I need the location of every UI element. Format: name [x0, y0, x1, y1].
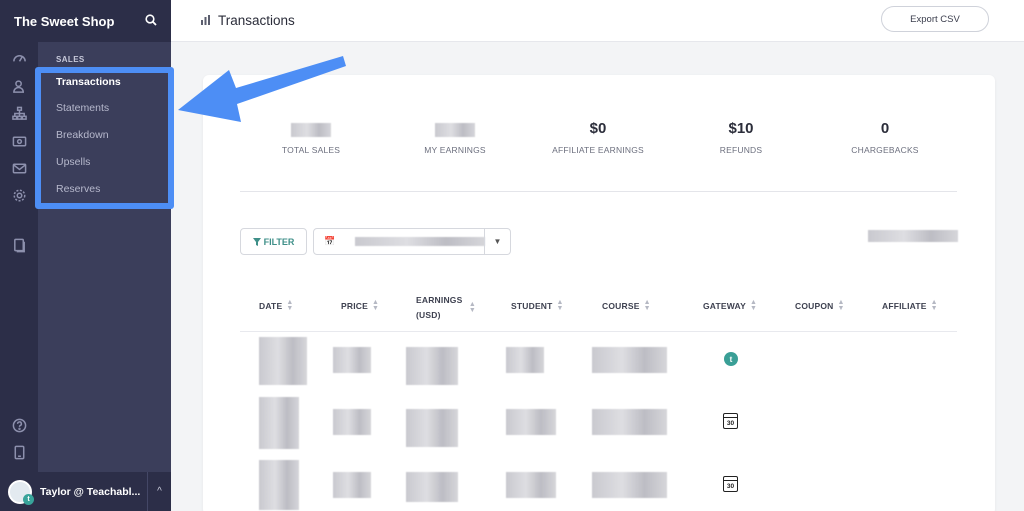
- column-label: COURSE: [602, 301, 640, 311]
- blurred-value: [435, 123, 475, 137]
- blurred-cell: [592, 409, 667, 435]
- users-icon[interactable]: [11, 78, 27, 94]
- table-header-divider: [240, 331, 957, 332]
- settings-icon[interactable]: [11, 187, 27, 203]
- chevron-up-icon[interactable]: ^: [147, 472, 171, 511]
- blurred-cell: [506, 347, 544, 373]
- sort-icon[interactable]: ▲ ▼: [286, 299, 293, 312]
- sort-icon[interactable]: ▲ ▼: [644, 299, 651, 312]
- pages-icon[interactable]: [11, 237, 27, 253]
- blurred-cell: [259, 460, 299, 510]
- help-icon[interactable]: [11, 417, 27, 433]
- email-icon[interactable]: [11, 160, 27, 176]
- bar-chart-icon: [201, 15, 210, 25]
- annotation-highlight-box: [35, 67, 174, 209]
- sort-icon[interactable]: ▲ ▼: [931, 299, 938, 312]
- blurred-cell: [259, 337, 307, 385]
- column-label: DATE: [259, 301, 283, 311]
- page-title: Transactions: [218, 13, 295, 28]
- stat-label: MY EARNINGS: [424, 145, 486, 155]
- top-header: Transactions Export CSV: [171, 0, 1024, 42]
- blurred-cell: [406, 347, 458, 385]
- transactions-card: TOTAL SALES MY EARNINGS $0 AFFILIATE EAR…: [203, 75, 995, 511]
- column-header-earnings[interactable]: EARNINGS (USD) ▲ ▼: [416, 293, 476, 323]
- stat-chargebacks: 0 CHARGEBACKS: [825, 120, 945, 155]
- stat-label: REFUNDS: [719, 145, 763, 155]
- blurred-cell: [406, 409, 458, 447]
- user-menu[interactable]: t Taylor @ Teachabl... ^: [0, 472, 171, 511]
- stat-refunds: $10 REFUNDS: [681, 120, 801, 155]
- column-label: STUDENT: [511, 301, 553, 311]
- sort-icon[interactable]: ▲ ▼: [372, 299, 379, 312]
- sales-section-label: SALES: [56, 55, 85, 64]
- sitemap-icon[interactable]: [11, 105, 27, 121]
- column-header-gateway[interactable]: GATEWAY ▲ ▼: [703, 299, 757, 312]
- blurred-result-count: [868, 230, 958, 242]
- column-header-price[interactable]: PRICE ▲ ▼: [341, 299, 379, 312]
- export-csv-button[interactable]: Export CSV: [881, 6, 989, 32]
- stat-label: CHARGEBACKS: [851, 145, 919, 155]
- filter-button[interactable]: FILTER: [240, 228, 307, 255]
- blurred-cell: [592, 347, 667, 373]
- teachable-gateway-icon: t: [724, 352, 738, 366]
- blurred-cell: [333, 472, 371, 498]
- sales-icon[interactable]: [11, 133, 27, 149]
- stat-value: $10: [728, 120, 754, 137]
- column-header-course[interactable]: COURSE ▲ ▼: [602, 299, 651, 312]
- blurred-cell: [406, 472, 458, 502]
- column-label: GATEWAY: [703, 301, 746, 311]
- column-label: EARNINGS (USD): [416, 295, 463, 320]
- stat-label: AFFILIATE EARNINGS: [552, 145, 644, 155]
- blurred-date-range: [355, 237, 486, 246]
- stat-my-earnings: MY EARNINGS: [395, 120, 515, 155]
- sort-icon[interactable]: ▲ ▼: [750, 299, 757, 312]
- column-header-student[interactable]: STUDENT ▲ ▼: [511, 299, 564, 312]
- column-header-coupon[interactable]: COUPON ▲ ▼: [795, 299, 845, 312]
- search-icon[interactable]: [145, 13, 157, 29]
- sort-icon[interactable]: ▲ ▼: [838, 299, 845, 312]
- blurred-cell: [506, 472, 556, 498]
- blurred-cell: [259, 397, 299, 449]
- avatar-badge: t: [23, 493, 34, 505]
- user-name: Taylor @ Teachabl...: [40, 485, 141, 498]
- icon-rail: [0, 42, 38, 472]
- blurred-value: [291, 123, 331, 137]
- divider: [240, 191, 957, 192]
- calendar-icon: 📅: [324, 236, 336, 246]
- filter-icon: [252, 237, 261, 246]
- blurred-cell: [333, 409, 371, 435]
- stat-total-sales: TOTAL SALES: [251, 120, 371, 155]
- school-name[interactable]: The Sweet Shop: [14, 14, 114, 29]
- column-header-date[interactable]: DATE ▲ ▼: [259, 299, 293, 312]
- column-header-affiliate[interactable]: AFFILIATE ▲ ▼: [882, 299, 938, 312]
- mobile-icon[interactable]: [11, 444, 27, 460]
- stat-value: $0: [589, 120, 607, 137]
- stat-affiliate-earnings: $0 AFFILIATE EARNINGS: [538, 120, 658, 155]
- blurred-cell: [506, 409, 556, 435]
- column-label: AFFILIATE: [882, 301, 927, 311]
- filter-label: FILTER: [263, 236, 295, 247]
- column-label: COUPON: [795, 301, 834, 311]
- date-range-picker[interactable]: 📅 ▼: [313, 228, 511, 255]
- blurred-cell: [333, 347, 371, 373]
- calendar-gateway-icon: 30: [723, 476, 738, 492]
- calendar-gateway-icon: 30: [723, 413, 738, 429]
- column-label: PRICE: [341, 301, 368, 311]
- sort-icon[interactable]: ▲ ▼: [469, 301, 476, 314]
- dashboard-icon[interactable]: [11, 50, 27, 66]
- chevron-down-icon[interactable]: ▼: [484, 229, 510, 254]
- sidebar-header: The Sweet Shop: [0, 0, 171, 42]
- stat-value: 0: [880, 120, 890, 137]
- avatar: t: [8, 479, 34, 505]
- sort-icon[interactable]: ▲ ▼: [557, 299, 564, 312]
- blurred-cell: [592, 472, 667, 498]
- stat-label: TOTAL SALES: [281, 145, 341, 155]
